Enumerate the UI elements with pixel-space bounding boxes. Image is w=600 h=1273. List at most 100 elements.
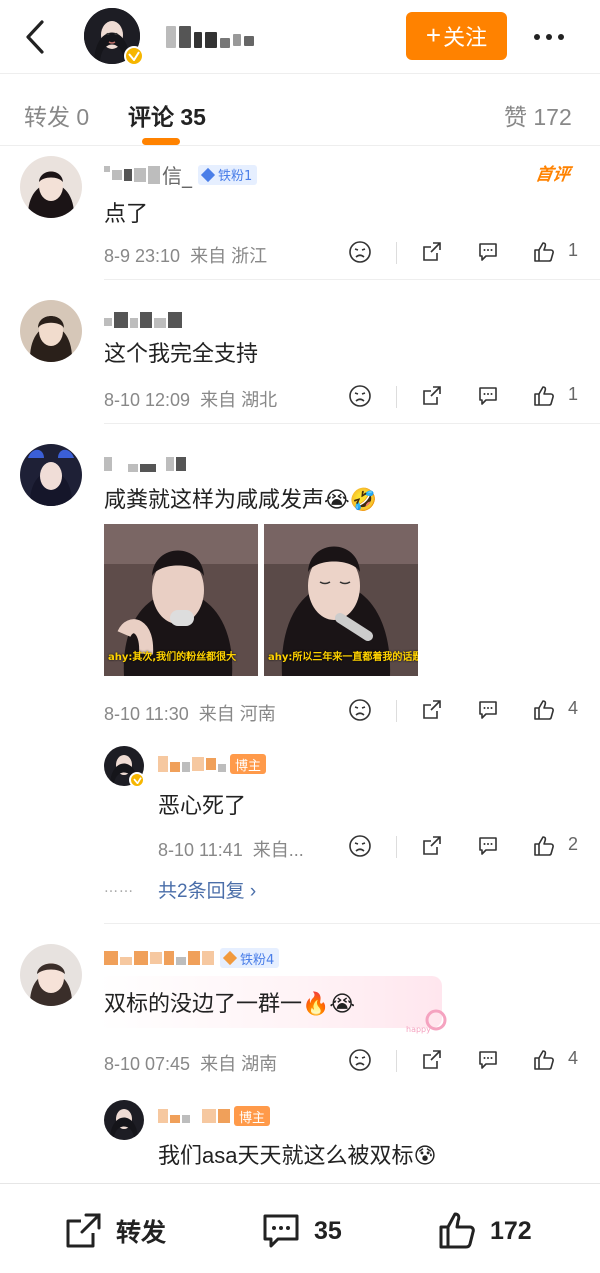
comment-meta: 8-10 07:45 来自 湖南 <box>104 1054 278 1074</box>
commenter-name-pixelated[interactable]: 铁粉4 <box>104 948 280 968</box>
active-tab-indicator <box>142 138 180 145</box>
comment-item: 这个我完全支持 8-10 12:09 来自 湖北 1 <box>0 290 600 424</box>
comment-icon[interactable] <box>474 1046 502 1074</box>
separator <box>396 700 397 722</box>
reply-actions: 2 <box>346 832 586 862</box>
diamond-icon <box>222 950 238 966</box>
verified-badge-icon <box>129 772 145 788</box>
tab-repost[interactable]: 转发 0 <box>24 98 89 132</box>
comment-icon[interactable] <box>474 832 502 860</box>
commenter-avatar[interactable] <box>20 944 82 1006</box>
like-count: 1 <box>568 384 579 404</box>
comment-icon[interactable] <box>474 696 502 724</box>
svg-text:happy: happy <box>406 1025 431 1034</box>
divider <box>104 279 600 280</box>
commenter-avatar[interactable] <box>20 300 82 362</box>
comment-text: 双标的没边了一群一🔥😭 <box>104 991 356 1016</box>
first-comment-badge: 首评 <box>534 165 572 185</box>
blogger-badge: 博主 <box>234 1106 271 1126</box>
like-count: 1 <box>568 240 579 260</box>
follow-button[interactable]: + 关注 <box>406 12 507 60</box>
thumbs-up-icon[interactable] <box>530 382 558 410</box>
author-name-pixelated <box>166 26 254 48</box>
like-count: 4 <box>568 1048 579 1068</box>
fan-badge: 铁粉1 <box>198 164 258 185</box>
separator <box>396 836 397 858</box>
commenter-name[interactable]: 信_ 铁粉1 <box>104 160 258 189</box>
share-icon[interactable] <box>418 832 446 860</box>
fan-badge: 铁粉4 <box>220 948 280 968</box>
thumbs-up-icon[interactable] <box>530 696 558 724</box>
dislike-face-icon[interactable] <box>346 238 374 266</box>
comment-actions: 4 <box>346 1046 586 1076</box>
tab-comments[interactable]: 评论 35 <box>128 98 206 132</box>
follow-label: 关注 <box>443 25 488 50</box>
reply-text: 恶心死了 <box>158 793 247 818</box>
comment-image[interactable]: ahy:所以三年来一直都着我的话题 <box>264 524 418 676</box>
reply-author-name-pixelated[interactable]: 博主 <box>158 754 267 774</box>
comment-item: 信_ 铁粉1 首评 点了 8-9 23:10 来自 浙江 1 <box>0 146 600 280</box>
dislike-face-icon[interactable] <box>346 832 374 860</box>
commenter-name-pixelated[interactable] <box>104 312 182 328</box>
comment-actions: 4 <box>346 696 586 726</box>
fearful-emoji: 😰 <box>413 1143 437 1168</box>
comment-image[interactable]: ahy:其次,我们的粉丝都很大 <box>104 524 258 676</box>
share-icon[interactable] <box>418 238 446 266</box>
dislike-face-icon[interactable] <box>346 1046 374 1074</box>
image-caption: ahy:其次,我们的粉丝都很大 <box>108 652 237 663</box>
like-count: 2 <box>568 834 579 854</box>
share-icon[interactable] <box>418 696 446 724</box>
comment-actions: 1 <box>346 238 586 268</box>
repost-button[interactable]: 转发 <box>62 1210 166 1252</box>
comment-icon <box>263 1214 299 1248</box>
share-icon <box>66 1213 101 1248</box>
share-icon[interactable] <box>418 382 446 410</box>
like-count: 4 <box>568 698 579 718</box>
top-bar: + 关注 <box>0 0 600 74</box>
reply-text: 我们asa天天就这么被双标😰 <box>158 1143 437 1168</box>
comment-icon[interactable] <box>474 238 502 266</box>
comment-meta: 8-10 12:09 来自 湖北 <box>104 390 278 410</box>
reply-author-name-pixelated[interactable]: 博主 <box>158 1106 271 1126</box>
dislike-face-icon[interactable] <box>346 382 374 410</box>
comment-item: 铁粉4 happy 双标的没边了一群一🔥😭 8-10 07:45 来自 湖南 4 <box>0 934 600 1184</box>
reply-author-avatar[interactable] <box>104 1100 144 1140</box>
verified-badge-icon <box>124 46 144 66</box>
comment-item: 咸粪就这样为咸咸发声😭🤣 ahy:其次,我们的粉丝都很大 ahy:所以三年来一直… <box>0 434 600 924</box>
crying-emoji: 😭 <box>324 487 350 512</box>
back-arrow-icon <box>26 20 44 54</box>
thumbs-up-icon[interactable] <box>530 238 558 266</box>
comment-icon[interactable] <box>474 382 502 410</box>
more-dots-icon[interactable] <box>534 34 564 40</box>
commenter-avatar[interactable] <box>20 444 82 506</box>
dislike-face-icon[interactable] <box>346 696 374 724</box>
separator <box>396 386 397 408</box>
commenter-name-pixelated[interactable] <box>104 456 186 472</box>
fire-emoji: 🔥 <box>302 991 330 1016</box>
ring-decoration-icon: happy <box>406 1009 447 1034</box>
diamond-icon <box>200 167 216 182</box>
laughing-emoji: 🤣 <box>349 487 378 512</box>
tab-likes[interactable]: 赞 172 <box>504 98 572 132</box>
share-icon[interactable] <box>418 1046 446 1074</box>
image-caption: ahy:所以三年来一直都着我的话题 <box>268 652 418 663</box>
blogger-badge: 博主 <box>230 754 267 774</box>
separator <box>396 242 397 264</box>
view-replies-link[interactable]: 共2条回复 › <box>158 876 256 903</box>
tab-bar: 转发 0 评论 35 赞 172 <box>0 74 600 146</box>
comment-meta: 8-10 11:30 来自 河南 <box>104 704 276 724</box>
separator <box>396 1050 397 1072</box>
bottom-action-bar: 转发 35 172 <box>0 1183 600 1273</box>
thumbs-up-icon[interactable] <box>530 1046 558 1074</box>
back-button[interactable] <box>18 18 52 56</box>
thumbs-up-icon <box>439 1212 475 1249</box>
thumbs-up-icon[interactable] <box>530 832 558 860</box>
comment-button[interactable]: 35 <box>260 1210 342 1252</box>
commenter-avatar[interactable] <box>20 156 82 218</box>
divider <box>104 923 600 924</box>
reply-meta: 8-10 11:41 来自... <box>158 840 304 860</box>
replies-dots: …… <box>104 880 134 896</box>
like-button[interactable]: 172 <box>436 1210 532 1252</box>
comment-actions: 1 <box>346 382 586 412</box>
comment-text: 咸粪就这样为咸咸发声😭🤣 <box>104 487 378 512</box>
